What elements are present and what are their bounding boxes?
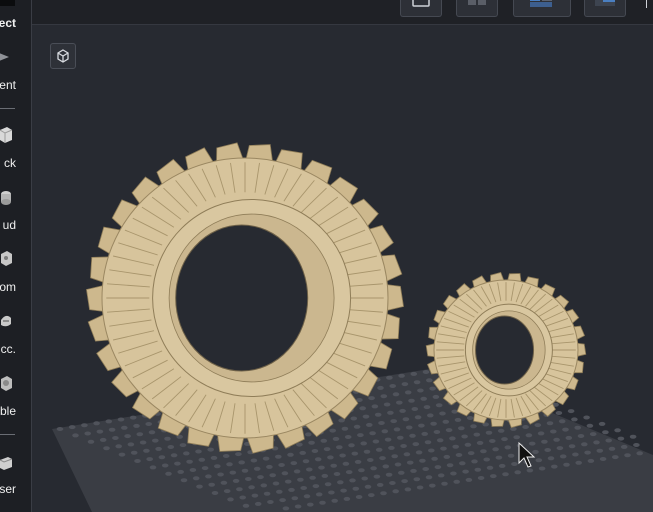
tool-stud-label: ud xyxy=(2,218,16,232)
single-view-button[interactable] xyxy=(400,0,442,17)
view-cube-button[interactable] xyxy=(50,43,76,69)
side-view-icon xyxy=(595,0,615,6)
tool-block-label: ck xyxy=(4,156,16,170)
tool-custom[interactable]: om xyxy=(0,246,31,298)
tool-select-label: ect xyxy=(0,16,16,30)
tool-custom-label: om xyxy=(0,280,16,294)
stud-icon xyxy=(0,186,14,213)
quad-view-icon xyxy=(530,0,552,7)
split-view-button[interactable] xyxy=(456,0,498,17)
3d-viewport[interactable] xyxy=(32,25,653,512)
quad-view-button[interactable] xyxy=(513,0,571,17)
tool-stud[interactable]: ud xyxy=(0,184,31,236)
tool-accessory[interactable]: cc. xyxy=(0,308,31,360)
scene-canvas[interactable] xyxy=(32,25,653,512)
sidebar-divider xyxy=(0,434,15,435)
cube-icon xyxy=(0,124,14,151)
vehicle-icon xyxy=(0,372,14,399)
tool-vehicle-label: ble xyxy=(0,404,16,418)
single-view-icon xyxy=(412,0,430,7)
sidebar-divider xyxy=(0,108,15,109)
tool-movement[interactable]: ment xyxy=(0,46,31,96)
split-view-icon xyxy=(468,0,486,5)
tool-select[interactable]: ect xyxy=(0,0,31,32)
user-parts-icon xyxy=(0,452,14,479)
tool-vehicle[interactable]: ble xyxy=(0,370,31,422)
arrow-icon xyxy=(0,50,12,69)
small-tire[interactable] xyxy=(425,272,587,428)
tool-sidebar: ect ment ck ud om cc. ble xyxy=(0,0,32,512)
side-view-button[interactable] xyxy=(584,0,626,17)
toolbar-edge-mark xyxy=(646,0,647,8)
tool-accessory-label: cc. xyxy=(0,342,16,356)
tool-user[interactable]: ser xyxy=(0,448,31,500)
view-toolbar xyxy=(32,0,653,25)
view-cube-icon xyxy=(57,49,69,63)
accessory-icon xyxy=(0,310,14,337)
tool-movement-label: ment xyxy=(0,78,16,92)
tool-user-label: ser xyxy=(0,482,16,496)
custom-part-icon xyxy=(0,248,14,275)
tool-block[interactable]: ck xyxy=(0,122,31,174)
select-icon xyxy=(0,0,16,13)
